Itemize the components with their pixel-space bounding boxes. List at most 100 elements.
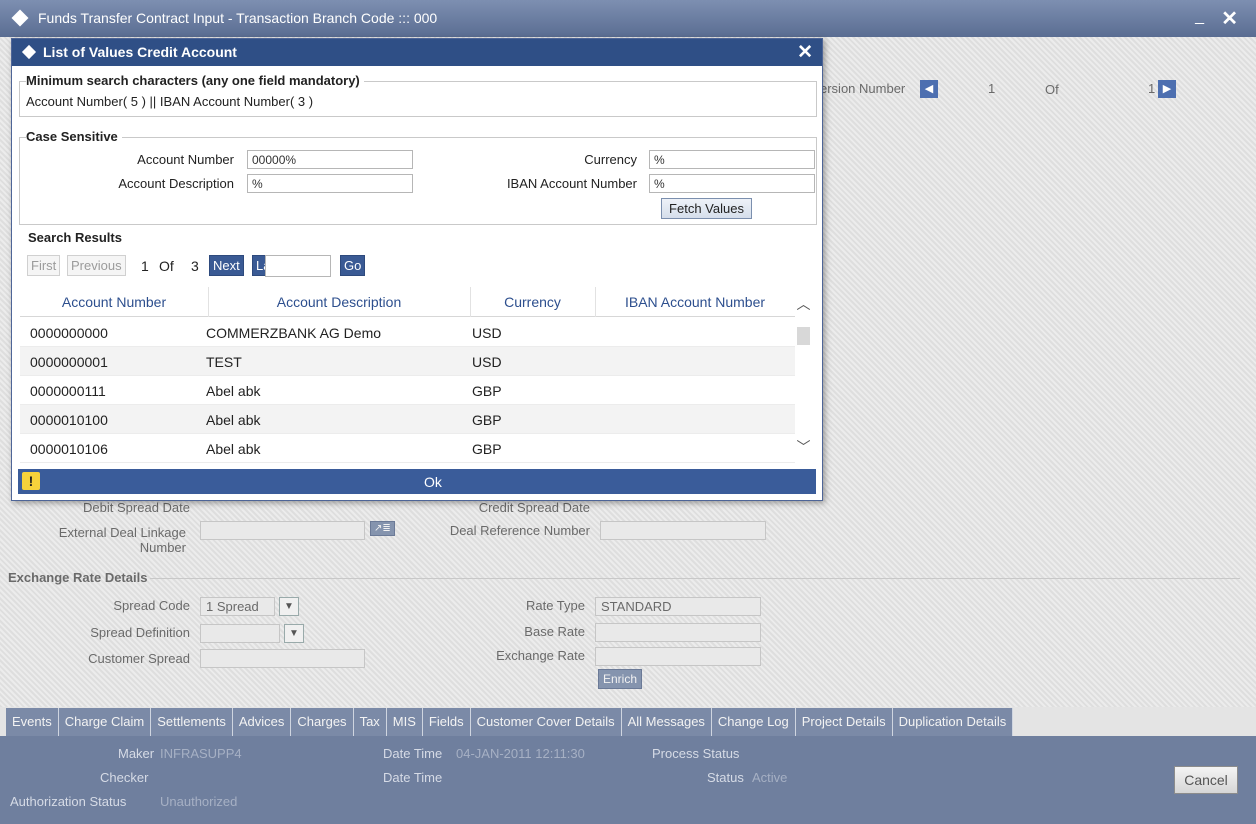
tab-tax[interactable]: Tax [354, 708, 387, 736]
column-header-account-number[interactable]: Account Number [20, 294, 208, 310]
lov-credit-account-dialog: List of Values Credit Account ✕ Minimum … [11, 38, 823, 501]
fetch-values-button[interactable]: Fetch Values [661, 198, 752, 219]
dialog-titlebar[interactable]: List of Values Credit Account ✕ [12, 39, 822, 66]
cell-account-description: Abel abk [206, 412, 261, 428]
iban-account-number-label: IBAN Account Number [506, 176, 637, 191]
tab-change-log[interactable]: Change Log [712, 708, 796, 736]
tab-fields[interactable]: Fields [423, 708, 471, 736]
diamond-icon [11, 9, 29, 27]
deal-reference-number-field[interactable] [600, 521, 766, 540]
chevron-down-icon[interactable]: ▼ [279, 597, 299, 616]
table-header: Account Number Account Description Curre… [20, 287, 795, 317]
go-button[interactable]: Go [340, 255, 366, 276]
tab-duplication-details[interactable]: Duplication Details [893, 708, 1014, 736]
column-header-account-description[interactable]: Account Description [208, 294, 470, 310]
tab-customer-cover-details[interactable]: Customer Cover Details [471, 708, 622, 736]
status-label: Status [707, 770, 744, 785]
table-row[interactable]: 0000010100 Abel abk GBP [20, 405, 795, 434]
dialog-footer: ! Ok [18, 469, 816, 494]
page-of-label: Of [159, 258, 174, 274]
table-row[interactable]: 0000000111 Abel abk GBP [20, 376, 795, 405]
table-row[interactable]: 0000010106 Abel abk GBP [20, 434, 795, 463]
cancel-button[interactable]: Cancel [1174, 766, 1238, 794]
tab-bar: Events Charge Claim Settlements Advices Char… [6, 708, 1014, 736]
results-scrollbar[interactable]: ︿ ﹀ [795, 287, 812, 464]
diamond-icon [21, 44, 37, 60]
spread-code-label: Spread Code [113, 598, 190, 613]
currency-label: Currency [584, 152, 637, 167]
chevron-down-icon[interactable]: ▼ [284, 624, 304, 643]
next-version-icon[interactable]: ▶ [1158, 80, 1176, 98]
cell-currency: GBP [472, 441, 502, 457]
enrich-button[interactable]: Enrich [598, 669, 643, 689]
close-icon[interactable]: ✕ [797, 41, 813, 64]
previous-page-button[interactable]: Previous [67, 255, 126, 276]
currency-input[interactable] [649, 150, 815, 169]
maker-datetime-label: Date Time [383, 746, 443, 761]
customer-spread-field[interactable] [200, 649, 365, 668]
chevron-down-icon[interactable]: ﹀ [795, 437, 812, 455]
iban-account-number-input[interactable] [649, 174, 815, 193]
tab-project-details[interactable]: Project Details [796, 708, 893, 736]
rate-type-label: Rate Type [525, 598, 585, 613]
tab-charges[interactable]: Charges [291, 708, 354, 736]
table-row[interactable]: 0000000001 TEST USD [20, 347, 795, 376]
base-rate-field[interactable] [595, 623, 761, 642]
tab-settlements[interactable]: Settlements [151, 708, 233, 736]
account-number-label: Account Number [137, 152, 234, 167]
authorization-status-label: Authorization Status [10, 794, 127, 809]
cell-account-description: Abel abk [206, 441, 261, 457]
tab-advices[interactable]: Advices [233, 708, 292, 736]
external-deal-linkage-label: External Deal Linkage Number [58, 525, 186, 555]
spread-definition-select[interactable] [200, 624, 280, 643]
ok-button[interactable]: Ok [398, 472, 468, 492]
window-title: Funds Transfer Contract Input - Transact… [38, 10, 438, 26]
account-description-input[interactable] [247, 174, 413, 193]
section-divider [150, 578, 1240, 579]
total-pages: 3 [191, 258, 199, 274]
tab-mis[interactable]: MIS [387, 708, 423, 736]
process-status-label: Process Status [652, 746, 740, 761]
previous-version-icon[interactable]: ◀ [920, 80, 938, 98]
search-results-table: Account Number Account Description Curre… [20, 287, 795, 464]
column-header-currency[interactable]: Currency [470, 294, 595, 310]
next-page-button[interactable]: Next [209, 255, 244, 276]
minimize-icon[interactable]: _ [1195, 8, 1204, 26]
exchange-rate-details-heading: Exchange Rate Details [8, 570, 148, 585]
maker-datetime-value: 04-JAN-2011 12:11:30 [456, 746, 585, 761]
cell-account-description: COMMERZBANK AG Demo [206, 325, 382, 341]
table-row[interactable]: 0000000000 COMMERZBANK AG Demo USD [20, 318, 795, 347]
chevron-up-icon[interactable]: ︿ [795, 294, 812, 312]
current-page: 1 [141, 258, 149, 274]
scroll-thumb[interactable] [797, 327, 810, 345]
account-number-input[interactable] [247, 150, 413, 169]
column-header-iban[interactable]: IBAN Account Number [595, 294, 795, 310]
cell-currency: USD [472, 354, 502, 370]
external-deal-linkage-field[interactable] [200, 521, 365, 540]
spread-code-select[interactable]: 1 Spread [200, 597, 275, 616]
cell-account-number: 0000010106 [30, 441, 108, 457]
close-icon[interactable]: ✕ [1221, 6, 1238, 31]
account-description-label: Account Description [118, 176, 234, 191]
page-number-input[interactable] [265, 255, 331, 277]
status-value: Active [752, 770, 788, 785]
base-rate-label: Base Rate [524, 624, 585, 639]
exchange-rate-field[interactable] [595, 647, 761, 666]
credit-spread-date-label: Credit Spread Date [478, 500, 590, 515]
checker-label: Checker [100, 770, 149, 785]
cell-currency: USD [472, 325, 502, 341]
exchange-rate-label: Exchange Rate [496, 648, 585, 663]
cell-account-number: 0000010100 [30, 412, 108, 428]
maker-value: INFRASUPP4 [160, 746, 242, 761]
tab-charge-claim[interactable]: Charge Claim [59, 708, 152, 736]
version-of-label: Of [1045, 82, 1059, 97]
lookup-icon[interactable]: ↗≣ [370, 521, 395, 536]
first-page-button[interactable]: First [27, 255, 61, 276]
cell-account-number: 0000000111 [30, 383, 106, 399]
tab-events[interactable]: Events [6, 708, 59, 736]
dialog-title: List of Values Credit Account [43, 44, 237, 60]
warning-icon: ! [22, 472, 40, 490]
rate-type-field[interactable]: STANDARD [595, 597, 761, 616]
tab-all-messages[interactable]: All Messages [622, 708, 712, 736]
min-search-detail: Account Number( 5 ) || IBAN Account Numb… [26, 94, 314, 109]
